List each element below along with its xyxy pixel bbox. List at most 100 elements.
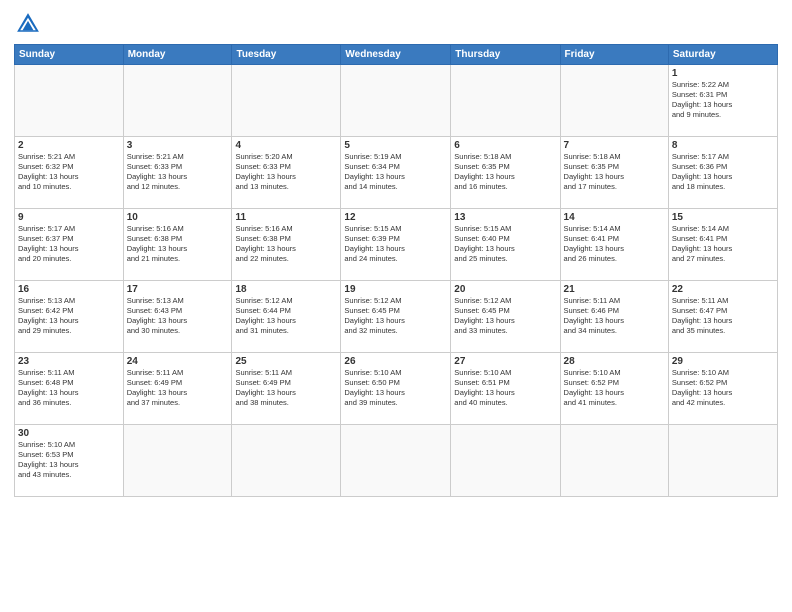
calendar-cell: 29Sunrise: 5:10 AM Sunset: 6:52 PM Dayli…: [668, 353, 777, 425]
calendar-cell: [560, 65, 668, 137]
calendar-cell: 30Sunrise: 5:10 AM Sunset: 6:53 PM Dayli…: [15, 425, 124, 497]
calendar-cell: 10Sunrise: 5:16 AM Sunset: 6:38 PM Dayli…: [123, 209, 232, 281]
day-number: 12: [344, 212, 447, 223]
day-number: 6: [454, 140, 556, 151]
day-header-saturday: Saturday: [668, 45, 777, 65]
day-number: 5: [344, 140, 447, 151]
day-number: 1: [672, 68, 774, 79]
calendar-cell: 24Sunrise: 5:11 AM Sunset: 6:49 PM Dayli…: [123, 353, 232, 425]
day-info: Sunrise: 5:20 AM Sunset: 6:33 PM Dayligh…: [235, 152, 337, 193]
day-number: 13: [454, 212, 556, 223]
day-number: 26: [344, 356, 447, 367]
day-info: Sunrise: 5:16 AM Sunset: 6:38 PM Dayligh…: [235, 224, 337, 265]
calendar-cell: 5Sunrise: 5:19 AM Sunset: 6:34 PM Daylig…: [341, 137, 451, 209]
day-info: Sunrise: 5:15 AM Sunset: 6:40 PM Dayligh…: [454, 224, 556, 265]
page: SundayMondayTuesdayWednesdayThursdayFrid…: [0, 0, 792, 612]
day-header-monday: Monday: [123, 45, 232, 65]
day-info: Sunrise: 5:11 AM Sunset: 6:48 PM Dayligh…: [18, 368, 120, 409]
week-row: 1Sunrise: 5:22 AM Sunset: 6:31 PM Daylig…: [15, 65, 778, 137]
logo-icon: [14, 10, 42, 38]
calendar-cell: 2Sunrise: 5:21 AM Sunset: 6:32 PM Daylig…: [15, 137, 124, 209]
day-header-wednesday: Wednesday: [341, 45, 451, 65]
day-number: 14: [564, 212, 665, 223]
day-info: Sunrise: 5:22 AM Sunset: 6:31 PM Dayligh…: [672, 80, 774, 121]
day-info: Sunrise: 5:10 AM Sunset: 6:52 PM Dayligh…: [564, 368, 665, 409]
day-info: Sunrise: 5:16 AM Sunset: 6:38 PM Dayligh…: [127, 224, 229, 265]
calendar-cell: [451, 65, 560, 137]
header: [14, 10, 778, 38]
calendar-cell: 21Sunrise: 5:11 AM Sunset: 6:46 PM Dayli…: [560, 281, 668, 353]
day-number: 19: [344, 284, 447, 295]
day-number: 28: [564, 356, 665, 367]
day-number: 18: [235, 284, 337, 295]
calendar-cell: [232, 65, 341, 137]
day-info: Sunrise: 5:12 AM Sunset: 6:44 PM Dayligh…: [235, 296, 337, 337]
day-number: 15: [672, 212, 774, 223]
day-number: 23: [18, 356, 120, 367]
day-number: 10: [127, 212, 229, 223]
day-number: 9: [18, 212, 120, 223]
day-info: Sunrise: 5:10 AM Sunset: 6:50 PM Dayligh…: [344, 368, 447, 409]
calendar-cell: 28Sunrise: 5:10 AM Sunset: 6:52 PM Dayli…: [560, 353, 668, 425]
calendar-cell: [451, 425, 560, 497]
calendar-cell: 19Sunrise: 5:12 AM Sunset: 6:45 PM Dayli…: [341, 281, 451, 353]
day-info: Sunrise: 5:10 AM Sunset: 6:51 PM Dayligh…: [454, 368, 556, 409]
week-row: 16Sunrise: 5:13 AM Sunset: 6:42 PM Dayli…: [15, 281, 778, 353]
calendar-cell: 3Sunrise: 5:21 AM Sunset: 6:33 PM Daylig…: [123, 137, 232, 209]
day-number: 24: [127, 356, 229, 367]
calendar-cell: [15, 65, 124, 137]
calendar-cell: 23Sunrise: 5:11 AM Sunset: 6:48 PM Dayli…: [15, 353, 124, 425]
day-info: Sunrise: 5:19 AM Sunset: 6:34 PM Dayligh…: [344, 152, 447, 193]
calendar-cell: 16Sunrise: 5:13 AM Sunset: 6:42 PM Dayli…: [15, 281, 124, 353]
day-header-friday: Friday: [560, 45, 668, 65]
calendar-header: SundayMondayTuesdayWednesdayThursdayFrid…: [15, 45, 778, 65]
day-info: Sunrise: 5:12 AM Sunset: 6:45 PM Dayligh…: [344, 296, 447, 337]
day-number: 20: [454, 284, 556, 295]
day-info: Sunrise: 5:18 AM Sunset: 6:35 PM Dayligh…: [454, 152, 556, 193]
day-info: Sunrise: 5:14 AM Sunset: 6:41 PM Dayligh…: [672, 224, 774, 265]
day-number: 22: [672, 284, 774, 295]
day-info: Sunrise: 5:13 AM Sunset: 6:43 PM Dayligh…: [127, 296, 229, 337]
day-number: 25: [235, 356, 337, 367]
day-number: 29: [672, 356, 774, 367]
day-number: 4: [235, 140, 337, 151]
calendar-cell: [123, 65, 232, 137]
calendar-cell: [341, 65, 451, 137]
day-number: 8: [672, 140, 774, 151]
logo: [14, 10, 46, 38]
day-info: Sunrise: 5:15 AM Sunset: 6:39 PM Dayligh…: [344, 224, 447, 265]
day-info: Sunrise: 5:21 AM Sunset: 6:32 PM Dayligh…: [18, 152, 120, 193]
week-row: 23Sunrise: 5:11 AM Sunset: 6:48 PM Dayli…: [15, 353, 778, 425]
calendar-cell: 4Sunrise: 5:20 AM Sunset: 6:33 PM Daylig…: [232, 137, 341, 209]
day-header-thursday: Thursday: [451, 45, 560, 65]
day-number: 3: [127, 140, 229, 151]
calendar-cell: [232, 425, 341, 497]
calendar-cell: 18Sunrise: 5:12 AM Sunset: 6:44 PM Dayli…: [232, 281, 341, 353]
day-number: 16: [18, 284, 120, 295]
calendar-cell: 20Sunrise: 5:12 AM Sunset: 6:45 PM Dayli…: [451, 281, 560, 353]
calendar-cell: 26Sunrise: 5:10 AM Sunset: 6:50 PM Dayli…: [341, 353, 451, 425]
calendar-cell: 15Sunrise: 5:14 AM Sunset: 6:41 PM Dayli…: [668, 209, 777, 281]
week-row: 2Sunrise: 5:21 AM Sunset: 6:32 PM Daylig…: [15, 137, 778, 209]
calendar-cell: 27Sunrise: 5:10 AM Sunset: 6:51 PM Dayli…: [451, 353, 560, 425]
calendar-cell: 6Sunrise: 5:18 AM Sunset: 6:35 PM Daylig…: [451, 137, 560, 209]
calendar-cell: 9Sunrise: 5:17 AM Sunset: 6:37 PM Daylig…: [15, 209, 124, 281]
calendar-cell: 7Sunrise: 5:18 AM Sunset: 6:35 PM Daylig…: [560, 137, 668, 209]
calendar-cell: 13Sunrise: 5:15 AM Sunset: 6:40 PM Dayli…: [451, 209, 560, 281]
calendar: SundayMondayTuesdayWednesdayThursdayFrid…: [14, 44, 778, 497]
header-row: SundayMondayTuesdayWednesdayThursdayFrid…: [15, 45, 778, 65]
day-number: 17: [127, 284, 229, 295]
day-number: 21: [564, 284, 665, 295]
calendar-cell: [560, 425, 668, 497]
day-info: Sunrise: 5:12 AM Sunset: 6:45 PM Dayligh…: [454, 296, 556, 337]
calendar-cell: [123, 425, 232, 497]
day-number: 27: [454, 356, 556, 367]
day-info: Sunrise: 5:10 AM Sunset: 6:52 PM Dayligh…: [672, 368, 774, 409]
day-header-sunday: Sunday: [15, 45, 124, 65]
day-number: 30: [18, 428, 120, 439]
day-info: Sunrise: 5:17 AM Sunset: 6:36 PM Dayligh…: [672, 152, 774, 193]
day-info: Sunrise: 5:17 AM Sunset: 6:37 PM Dayligh…: [18, 224, 120, 265]
calendar-cell: 8Sunrise: 5:17 AM Sunset: 6:36 PM Daylig…: [668, 137, 777, 209]
day-info: Sunrise: 5:21 AM Sunset: 6:33 PM Dayligh…: [127, 152, 229, 193]
day-header-tuesday: Tuesday: [232, 45, 341, 65]
